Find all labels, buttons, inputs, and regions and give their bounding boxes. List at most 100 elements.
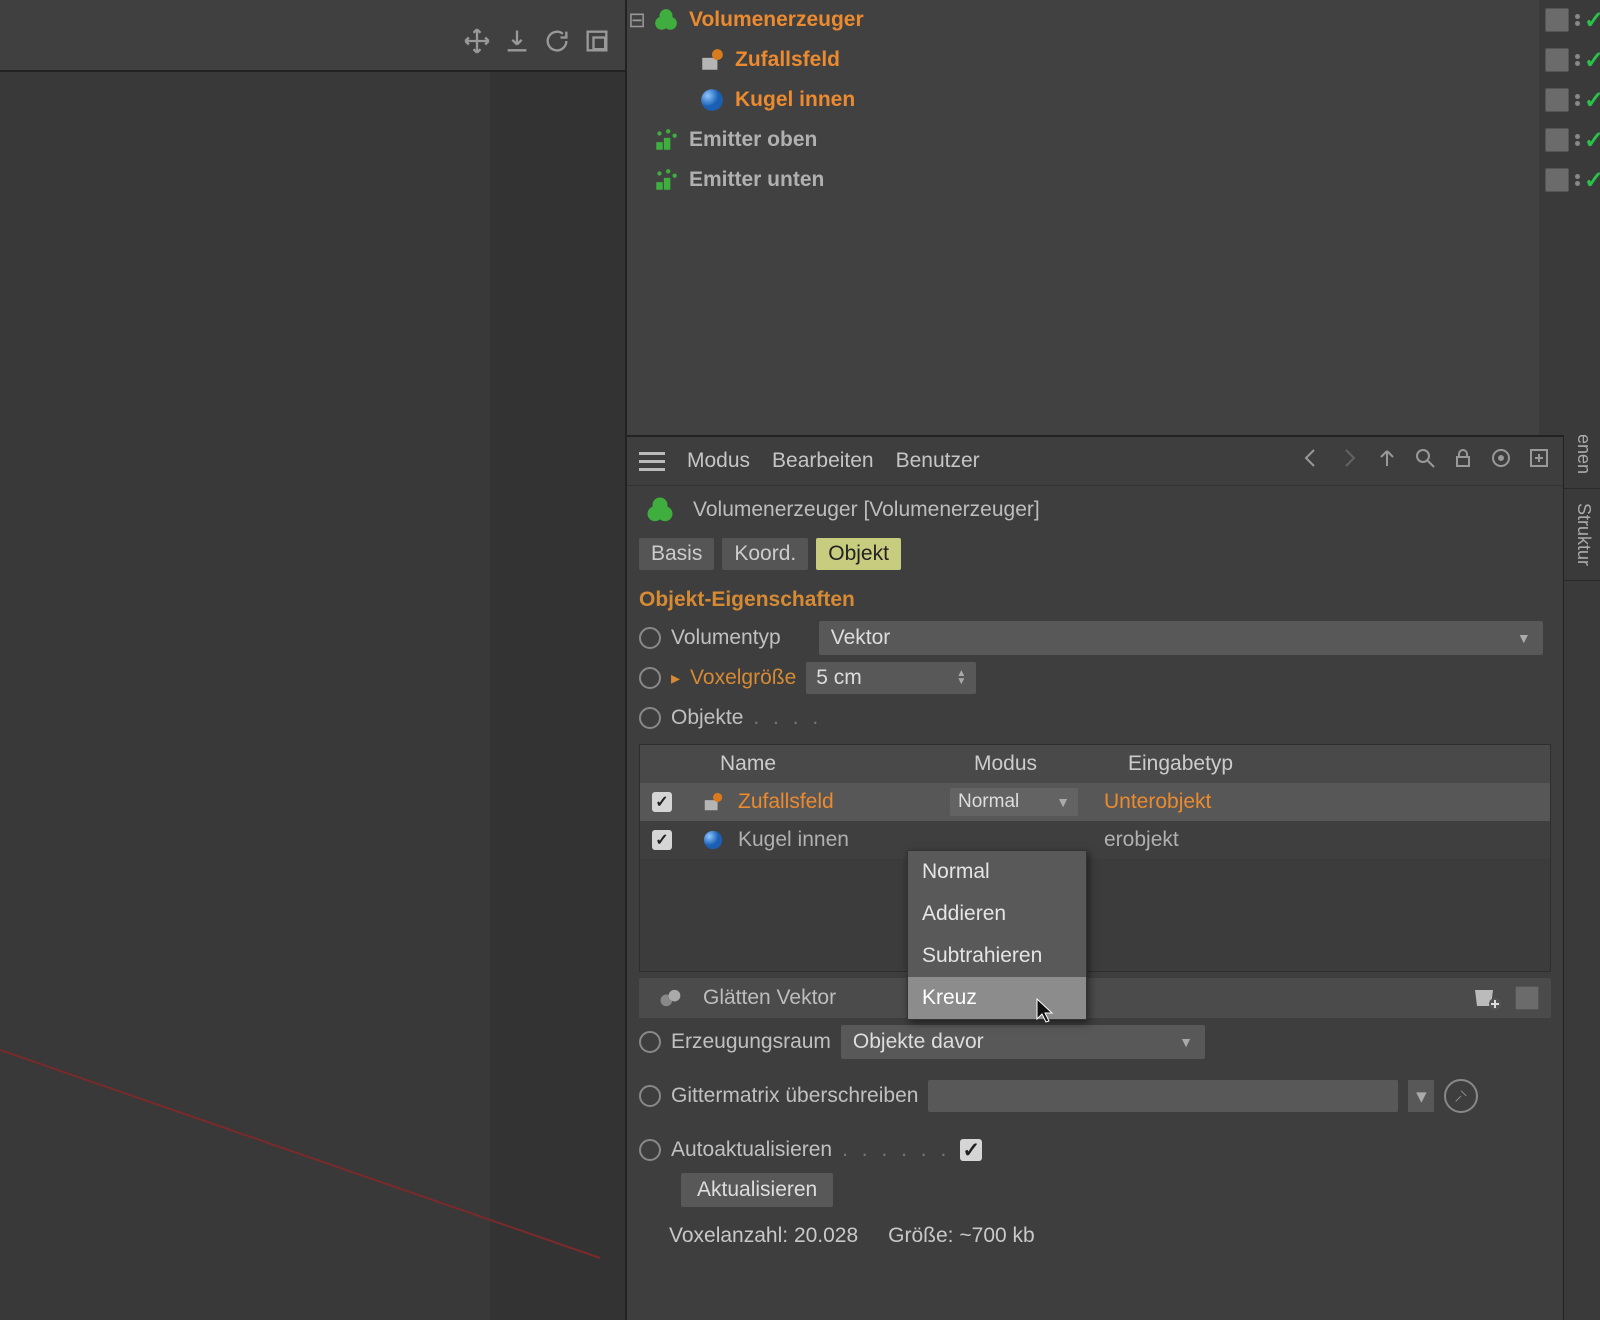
add-icon[interactable] <box>1527 446 1551 476</box>
label-volumentyp: Volumentyp <box>671 626 781 650</box>
object-name[interactable]: Emitter oben <box>685 128 821 152</box>
expand-toggle[interactable]: ⊟ <box>627 8 647 33</box>
cell-name: Kugel innen <box>684 828 938 852</box>
up-icon[interactable] <box>1375 446 1399 476</box>
label-gittermatrix: Gittermatrix überschreiben <box>671 1084 918 1108</box>
layer-checkbox[interactable] <box>1545 88 1569 112</box>
tree-item[interactable]: Emitter unten <box>627 160 1537 200</box>
section-heading: Objekt-Eigenschaften <box>639 582 1551 618</box>
anim-dot[interactable] <box>639 627 661 649</box>
visibility-dots[interactable] <box>1575 134 1580 146</box>
tree-item[interactable]: Kugel innen <box>627 80 1537 120</box>
rotate-icon[interactable] <box>541 25 573 57</box>
tag-row: ✓ <box>1539 0 1600 40</box>
visibility-dots[interactable] <box>1575 94 1580 106</box>
tree-item[interactable]: ⊟ Volumenerzeuger <box>627 0 1537 40</box>
dropdown-option[interactable]: Addieren <box>908 893 1086 935</box>
anim-dot[interactable] <box>639 707 661 729</box>
row-checkbox[interactable]: ✓ <box>652 830 672 850</box>
object-name[interactable]: Zufallsfeld <box>731 48 844 72</box>
filter-label: Glätten Vektor <box>703 986 836 1010</box>
tree-item[interactable]: Emitter oben <box>627 120 1537 160</box>
tab-koord.[interactable]: Koord. <box>722 538 808 570</box>
visibility-dots[interactable] <box>1575 14 1580 26</box>
col-modus: Modus <box>962 752 1116 776</box>
table-row[interactable]: ✓ Kugel innen erobjekt <box>640 821 1550 859</box>
viewport[interactable] <box>0 70 625 1320</box>
add-filter-icon[interactable] <box>1471 984 1503 1012</box>
tab-basis[interactable]: Basis <box>639 538 714 570</box>
layer-checkbox[interactable] <box>1545 8 1569 32</box>
anim-dot[interactable] <box>639 1031 661 1053</box>
anim-dot[interactable] <box>639 1085 661 1107</box>
dropdown-option[interactable]: Normal <box>908 851 1086 893</box>
object-manager: ⊟ Volumenerzeuger Zufallsfeld Kugel innen Em… <box>627 0 1563 437</box>
search-icon[interactable] <box>1413 446 1437 476</box>
lock-icon[interactable] <box>1451 446 1475 476</box>
update-button[interactable]: Aktualisieren <box>681 1173 833 1207</box>
sidetab[interactable]: Struktur <box>1564 489 1600 581</box>
prop-erzeugungsraum: Erzeugungsraum Objekte davor▼ <box>639 1022 1551 1062</box>
prop-autoaktualisieren: Autoaktualisieren . . . . . . ✓ <box>639 1130 1551 1170</box>
enable-checkmark[interactable]: ✓ <box>1584 6 1600 35</box>
label-voxelgroesse: Voxelgröße <box>690 666 796 690</box>
object-name[interactable]: Volumenerzeuger <box>685 8 868 32</box>
layer-checkbox[interactable] <box>1545 128 1569 152</box>
dropdown-option[interactable]: Subtrahieren <box>908 935 1086 977</box>
enable-checkmark[interactable]: ✓ <box>1584 126 1600 155</box>
object-title-row: Volumenerzeuger [Volumenerzeuger] <box>627 486 1563 534</box>
back-icon[interactable] <box>1299 446 1323 476</box>
input-gittermatrix[interactable] <box>928 1080 1398 1112</box>
layer-checkbox[interactable] <box>1545 48 1569 72</box>
select-volumentyp[interactable]: Vektor▼ <box>819 621 1543 655</box>
layer-checkbox[interactable] <box>1545 168 1569 192</box>
select-erzeugungsraum[interactable]: Objekte davor▼ <box>841 1025 1205 1059</box>
visibility-dots[interactable] <box>1575 174 1580 186</box>
cell-mode[interactable]: Normal ▼ <box>938 788 1092 816</box>
forward-icon[interactable] <box>1337 446 1361 476</box>
move-icon[interactable] <box>461 25 493 57</box>
expand-icon[interactable]: ▸ <box>671 668 680 689</box>
enable-checkmark[interactable]: ✓ <box>1584 46 1600 75</box>
menu-modus[interactable]: Modus <box>687 449 750 473</box>
object-name[interactable]: Kugel innen <box>731 88 859 112</box>
menu-benutzer[interactable]: Benutzer <box>896 449 980 473</box>
visibility-dots[interactable] <box>1575 54 1580 66</box>
menu-icon[interactable] <box>639 452 665 471</box>
anim-dot[interactable] <box>639 1139 661 1161</box>
row-checkbox[interactable]: ✓ <box>652 792 672 812</box>
checkbox-autoaktualisieren[interactable]: ✓ <box>960 1139 982 1161</box>
dots-filler: . . . . . . <box>842 1138 950 1162</box>
target-icon[interactable] <box>1489 446 1513 476</box>
attribute-header: Modus Bearbeiten Benutzer <box>627 437 1563 486</box>
filter-enable-checkbox[interactable] <box>1515 986 1539 1010</box>
dots-filler: . . . . <box>753 706 822 730</box>
tag-row: ✓ <box>1539 120 1600 160</box>
frame-icon[interactable] <box>581 25 613 57</box>
cell-eingabetyp: erobjekt <box>1092 828 1550 852</box>
prop-objekte: Objekte . . . . <box>639 698 1551 738</box>
drop-icon[interactable] <box>501 25 533 57</box>
eyedropper-icon[interactable] <box>1444 1079 1478 1113</box>
table-row[interactable]: ✓ZufallsfeldNormal ▼Unterobjekt <box>640 783 1550 821</box>
attribute-tabs: BasisKoord.Objekt <box>627 534 1563 578</box>
volume-builder-icon <box>645 495 675 525</box>
label-erzeugungsraum: Erzeugungsraum <box>671 1030 831 1054</box>
cursor-icon <box>1035 997 1055 1023</box>
menu-bearbeiten[interactable]: Bearbeiten <box>772 449 874 473</box>
object-name[interactable]: Emitter unten <box>685 168 828 192</box>
col-name: Name <box>708 752 962 776</box>
gittermatrix-dropdown[interactable]: ▾ <box>1408 1080 1434 1112</box>
filter-row[interactable]: Glätten Vektor <box>639 978 1551 1018</box>
tree-item[interactable]: Zufallsfeld <box>627 40 1537 80</box>
anim-dot[interactable] <box>639 667 661 689</box>
tab-objekt[interactable]: Objekt <box>816 538 901 570</box>
smooth-vector-icon <box>657 984 685 1012</box>
prop-volumentyp: Volumentyp Vektor▼ <box>639 618 1551 658</box>
enable-checkmark[interactable]: ✓ <box>1584 86 1600 115</box>
input-voxelgroesse[interactable]: 5 cm ▲▼ <box>806 662 976 694</box>
cell-eingabetyp: Unterobjekt <box>1092 790 1550 814</box>
enable-checkmark[interactable]: ✓ <box>1584 166 1600 195</box>
dropdown-option[interactable]: Kreuz <box>908 977 1086 1019</box>
label-objekte: Objekte <box>671 706 743 730</box>
